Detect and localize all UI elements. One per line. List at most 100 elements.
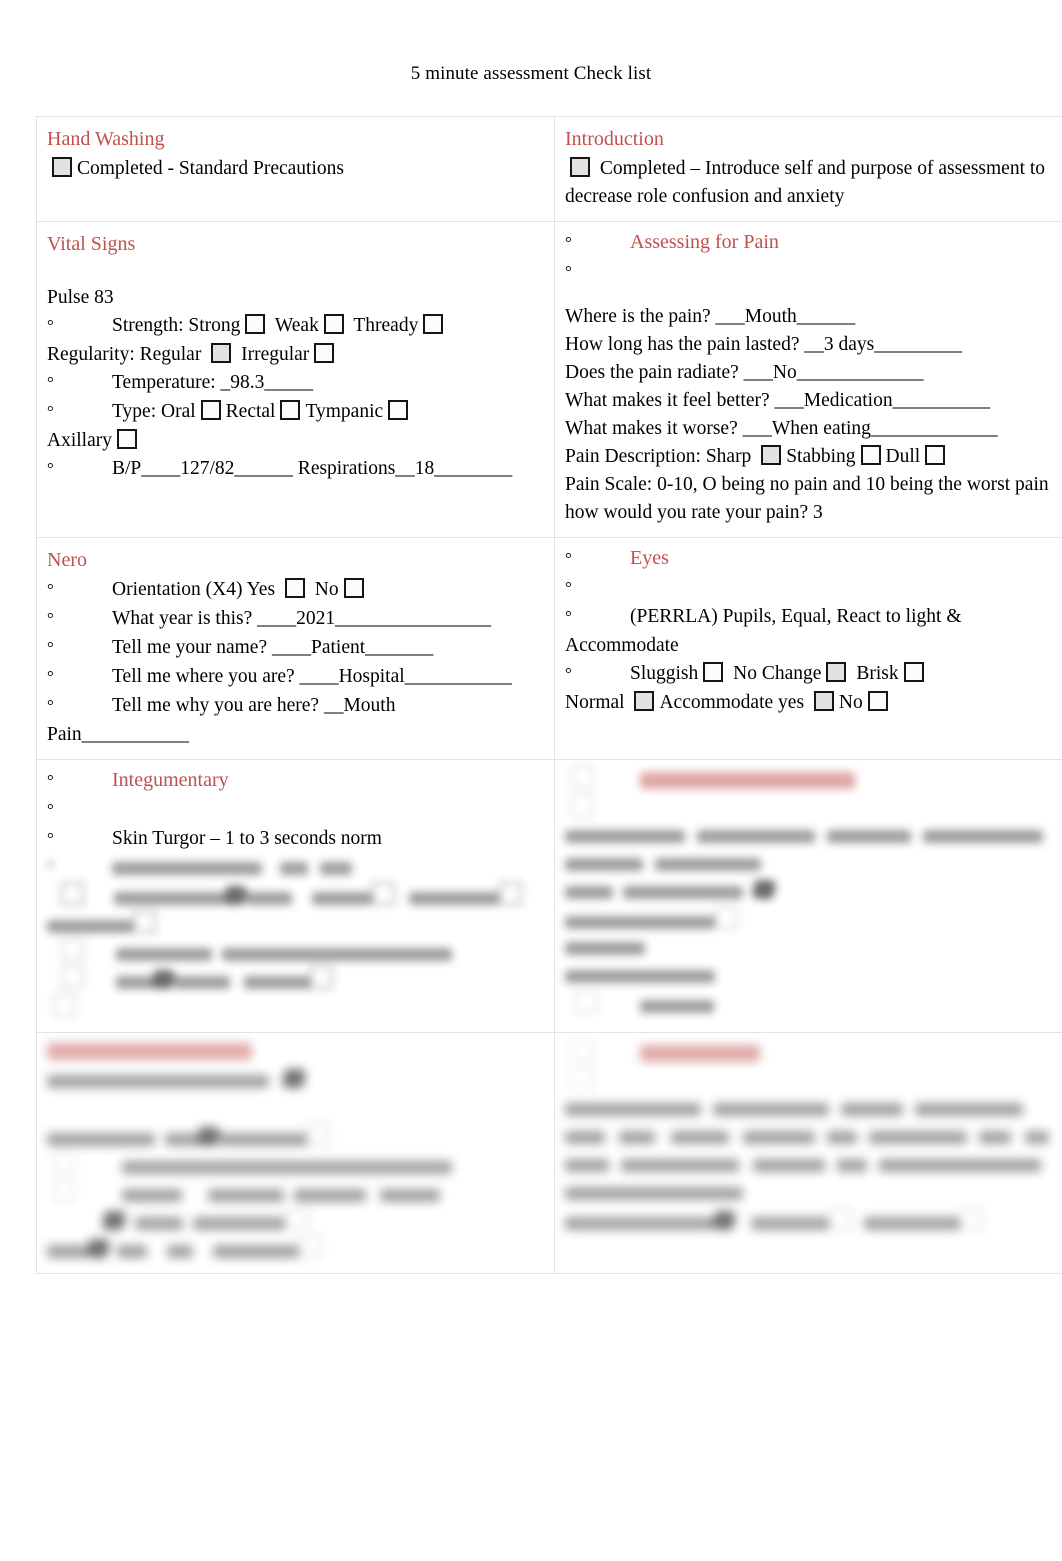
bullet-icon: [47, 796, 112, 825]
pain-description-label: Pain Description: Sharp: [565, 446, 752, 467]
checkbox-temp-type-rectal[interactable]: [280, 400, 301, 420]
vital-regularity-label: Regularity: Regular: [47, 344, 202, 365]
vital-strength-thready-label: Thready: [353, 315, 419, 336]
checkbox-accommodate-yes[interactable]: [813, 691, 834, 711]
hand-washing-item-row: Completed - Standard Precautions: [47, 155, 544, 183]
illegible-line: [565, 990, 1062, 1018]
checkbox-pain-stabbing[interactable]: [860, 445, 881, 465]
nero-orientation-no-label: No: [314, 579, 339, 600]
checkbox-accommodate-no[interactable]: [867, 691, 888, 711]
pain-heading-row: Assessing for Pain: [565, 228, 1062, 258]
illegible-line: [565, 1067, 1062, 1095]
checkbox-regularity-regular[interactable]: [211, 343, 232, 363]
illegible-line: [47, 1067, 544, 1095]
integumentary-skin-turgor-label: Skin Turgor – 1 to 3 seconds norm: [112, 828, 382, 849]
checkbox-hand-washing-completed[interactable]: [52, 157, 72, 177]
pain-scale: Pain Scale: 0-10, O being no pain and 10…: [565, 474, 1049, 523]
illegible-line: [47, 1095, 544, 1123]
pain-spacer-bullet-row: [565, 258, 1062, 287]
nero-where-row: Tell me where you are? ____Hospital_____…: [47, 663, 544, 692]
vital-regularity-irregular-label: Irregular: [241, 344, 310, 365]
eyes-perrla-row: (PERRLA) Pupils, Equal, React to light &…: [565, 603, 1062, 660]
checkbox-strength-weak[interactable]: [323, 314, 344, 334]
cell-introduction: Introduction Completed – Introduce self …: [554, 116, 1062, 222]
nero-name-row: Tell me your name? ____Patient_______: [47, 634, 544, 663]
checkbox-pupil-normal[interactable]: [634, 691, 655, 711]
introduction-item-row: Completed – Introduce self and purpose o…: [565, 155, 1062, 211]
vital-pulse: Pulse 83: [47, 287, 114, 308]
checkbox-introduction-completed[interactable]: [570, 157, 590, 177]
illegible-line: [565, 1179, 1062, 1207]
illegible-line: [47, 938, 544, 966]
section-heading-hand-washing: Hand Washing: [47, 128, 165, 150]
section-heading-introduction: Introduction: [565, 128, 664, 150]
checkbox-temp-type-tympanic[interactable]: [388, 400, 409, 420]
pain-how-long: How long has the pain lasted? __3 days__…: [565, 334, 962, 355]
illegible-line: [565, 822, 1062, 850]
nero-why-row: Tell me why you are here? __Mouth: [47, 692, 544, 721]
pain-description-stabbing-label: Stabbing: [786, 446, 856, 467]
pain-description-row: Pain Description: Sharp Stabbing Dull: [565, 443, 1062, 471]
checkbox-strength-strong[interactable]: [245, 314, 266, 334]
illegible-line: [565, 934, 1062, 962]
illegible-heading-line: [565, 766, 1062, 794]
bullet-icon: [565, 574, 630, 603]
blurred-bottom-right-block: [565, 1039, 1062, 1235]
nero-why-label: Tell me why you are here? __Mouth: [112, 695, 396, 716]
checkbox-strength-thready[interactable]: [423, 314, 444, 334]
illegible-line: [47, 1151, 544, 1179]
checkbox-temp-type-axillary[interactable]: [116, 429, 137, 449]
section-heading-eyes: Eyes: [630, 547, 669, 569]
checkbox-orientation-no[interactable]: [343, 578, 364, 598]
assessment-checklist-table: Hand Washing Completed - Standard Precau…: [36, 116, 1062, 1274]
integumentary-skin-turgor-row: Skin Turgor – 1 to 3 seconds norm: [47, 825, 544, 854]
pain-radiate: Does the pain radiate? ___No____________…: [565, 362, 924, 383]
illegible-line: [47, 994, 544, 1022]
checkbox-regularity-irregular[interactable]: [314, 343, 335, 363]
eyes-reaction-row: Sluggish No Change Brisk: [565, 660, 1062, 689]
table-row: Integumentary Skin Turgor – 1 to 3 secon…: [36, 759, 1062, 1033]
vital-type-row: Type: Oral Rectal Tympanic: [47, 398, 544, 427]
bullet-icon: [47, 692, 112, 721]
checkbox-temp-type-oral[interactable]: [200, 400, 221, 420]
bullet-icon: [47, 576, 112, 605]
vital-type-tympanic-label: Tympanic: [305, 401, 384, 422]
eyes-accommodate-yes-label: Accommodate yes: [659, 692, 805, 713]
bullet-icon: [47, 767, 112, 796]
pain-description-dull-label: Dull: [885, 446, 921, 467]
checkbox-pupil-brisk[interactable]: [903, 662, 924, 682]
illegible-line: [47, 1123, 544, 1151]
checkbox-pupil-sluggish[interactable]: [703, 662, 724, 682]
bullet-icon: [47, 455, 112, 484]
nero-orientation-label: Orientation (X4) Yes: [112, 579, 276, 600]
vital-strength-label: Strength: Strong: [112, 315, 241, 336]
illegible-line: [47, 882, 544, 910]
section-heading-assessing-for-pain: Assessing for Pain: [630, 231, 779, 253]
pain-worse: What makes it worse? ___When eating_____…: [565, 418, 998, 439]
checkbox-pain-dull[interactable]: [925, 445, 946, 465]
bullet-icon: [47, 634, 112, 663]
cell-eyes: Eyes (PERRLA) Pupils, Equal, React to li…: [554, 537, 1062, 760]
vital-type-rectal-label: Rectal: [225, 401, 276, 422]
illegible-line: [565, 1095, 1062, 1123]
illegible-line: [565, 962, 1062, 990]
bullet-icon: [565, 229, 630, 258]
bullet-icon: [47, 398, 112, 427]
illegible-line: [565, 878, 1062, 906]
bullet-icon: [565, 545, 630, 574]
illegible-line: [565, 850, 1062, 878]
nero-pain-label: Pain___________: [47, 724, 189, 745]
checkbox-orientation-yes[interactable]: [284, 578, 305, 598]
vital-strength-weak-label: Weak: [274, 315, 319, 336]
vital-regularity-row: Regularity: Regular Irregular: [47, 341, 544, 369]
section-heading-integumentary: Integumentary: [112, 769, 229, 791]
page-title: 5 minute assessment Check list: [410, 63, 652, 84]
checkbox-pain-sharp[interactable]: [761, 445, 782, 465]
checkbox-pupil-no-change[interactable]: [826, 662, 847, 682]
illegible-line: [47, 966, 544, 994]
bullet-icon: [47, 825, 112, 854]
cell-hand-washing: Hand Washing Completed - Standard Precau…: [36, 116, 555, 222]
vital-bp-respirations-row: B/P____127/82______ Respirations__18____…: [47, 455, 544, 484]
table-row: Hand Washing Completed - Standard Precau…: [36, 116, 1062, 222]
vital-strength-row: Strength: Strong Weak Thready: [47, 312, 544, 341]
